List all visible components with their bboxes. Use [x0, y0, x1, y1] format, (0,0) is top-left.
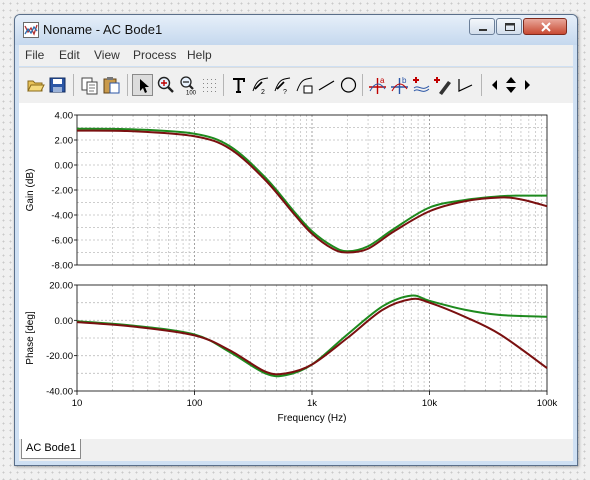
x-tick-label: 100k — [537, 398, 558, 409]
add-curve-button[interactable] — [411, 74, 432, 96]
ellipse-icon — [340, 77, 357, 93]
y-tick-label: -40.00 — [46, 387, 73, 398]
add-curve-icon — [413, 77, 430, 92]
close-icon — [541, 22, 551, 32]
x-tick-label: 10 — [72, 398, 83, 409]
angle-tool-button[interactable] — [455, 74, 476, 96]
x-tick-label: 10k — [422, 398, 438, 409]
zoom-in-button[interactable] — [155, 74, 176, 96]
zoom-100-icon: 100 — [180, 76, 197, 97]
y-tick-label: -4.00 — [51, 211, 73, 222]
y-axis-title: Phase [deg] — [25, 311, 36, 365]
grid-button[interactable] — [199, 74, 220, 96]
copy-icon — [81, 77, 98, 95]
bode-plot-svg: 4.00 2.00 0.00 -2.00 -4.00 -6.00 -8.00 Gain (dB… — [25, 111, 558, 425]
x-axis-title: Frequency (Hz) — [278, 413, 347, 424]
menu-help[interactable]: Help — [187, 48, 212, 62]
svg-text:?: ? — [283, 89, 287, 96]
save-button[interactable] — [47, 74, 68, 96]
tab-bar: AC Bode1 — [19, 439, 573, 461]
line-tool-button[interactable] — [316, 74, 337, 96]
paste-button[interactable] — [101, 74, 122, 96]
x-tick-label: 1k — [307, 398, 317, 409]
y-tick-label: -8.00 — [51, 261, 73, 272]
toolbar: 100 2 ? a b — [19, 67, 573, 103]
annotate-2-button[interactable]: ? — [272, 74, 293, 96]
cursor-a-icon: a — [369, 76, 386, 94]
select-pointer-button[interactable] — [132, 74, 153, 96]
window-title: Noname - AC Bode1 — [43, 22, 163, 37]
pointer-arrow-icon — [140, 79, 149, 93]
tab-ac-bode1[interactable]: AC Bode1 — [21, 439, 82, 459]
menu-view[interactable]: View — [94, 48, 120, 62]
svg-text:a: a — [380, 76, 385, 85]
y-tick-label: -2.00 — [51, 186, 73, 197]
zoom-in-icon — [157, 76, 174, 93]
y-tick-label: 4.00 — [55, 111, 74, 122]
pen-marker-icon — [434, 77, 451, 95]
scroll-up-down-button[interactable] — [503, 74, 519, 96]
arrow-up-down-icon — [506, 77, 516, 93]
save-icon — [49, 77, 66, 93]
annotate-3-button[interactable] — [294, 74, 315, 96]
text-icon — [233, 78, 245, 93]
scroll-left-button[interactable] — [489, 74, 501, 96]
paste-icon — [103, 77, 120, 94]
curve-label-icon — [296, 77, 313, 94]
line-icon — [318, 80, 335, 91]
open-button[interactable] — [25, 74, 46, 96]
scroll-right-button[interactable] — [521, 74, 533, 96]
angle-icon — [458, 79, 473, 92]
title-bar[interactable]: Noname - AC Bode1 — [15, 15, 577, 45]
arrow-right-icon — [525, 80, 530, 90]
text-tool-button[interactable] — [228, 74, 249, 96]
add-marker-button[interactable] — [433, 74, 454, 96]
close-button[interactable] — [523, 18, 567, 35]
y-tick-label: 2.00 — [55, 136, 74, 147]
y-axis-title: Gain (dB) — [25, 169, 36, 212]
minimize-button[interactable] — [469, 18, 495, 35]
curve-annotation-icon: 2 — [252, 77, 269, 96]
zoom-100-button[interactable]: 100 — [177, 74, 198, 96]
cursor-b-button[interactable]: b — [389, 74, 410, 96]
menu-edit[interactable]: Edit — [59, 48, 80, 62]
cursor-a-button[interactable]: a — [367, 74, 388, 96]
minimize-icon — [479, 29, 487, 31]
y-tick-label: -20.00 — [46, 351, 73, 362]
copy-button[interactable] — [79, 74, 100, 96]
y-tick-label: 20.00 — [49, 281, 73, 292]
menu-file[interactable]: File — [25, 48, 44, 62]
open-folder-icon — [27, 80, 45, 92]
menu-process[interactable]: Process — [133, 48, 176, 62]
y-tick-label: 0.00 — [55, 161, 74, 172]
annotate-1-button[interactable]: 2 — [250, 74, 271, 96]
ellipse-tool-button[interactable] — [338, 74, 359, 96]
grid-dots-icon — [203, 79, 216, 92]
arrow-left-icon — [492, 80, 497, 90]
x-tick-label: 100 — [187, 398, 203, 409]
cursor-b-icon: b — [391, 76, 408, 94]
gain-panel-background — [77, 115, 547, 265]
menu-bar: File Edit View Process Help — [19, 45, 573, 66]
maximize-icon — [505, 23, 515, 31]
y-tick-label: -6.00 — [51, 236, 73, 247]
app-icon — [23, 22, 39, 38]
curve-annotation-icon: ? — [274, 77, 291, 96]
maximize-button[interactable] — [496, 18, 522, 35]
svg-text:100: 100 — [186, 91, 197, 97]
y-tick-label: 0.00 — [55, 316, 74, 327]
app-window: Noname - AC Bode1 File Edit View Process… — [14, 14, 578, 466]
svg-text:2: 2 — [261, 89, 265, 96]
plot-area: 4.00 2.00 0.00 -2.00 -4.00 -6.00 -8.00 Gain (dB… — [19, 103, 573, 439]
svg-text:b: b — [402, 76, 407, 85]
